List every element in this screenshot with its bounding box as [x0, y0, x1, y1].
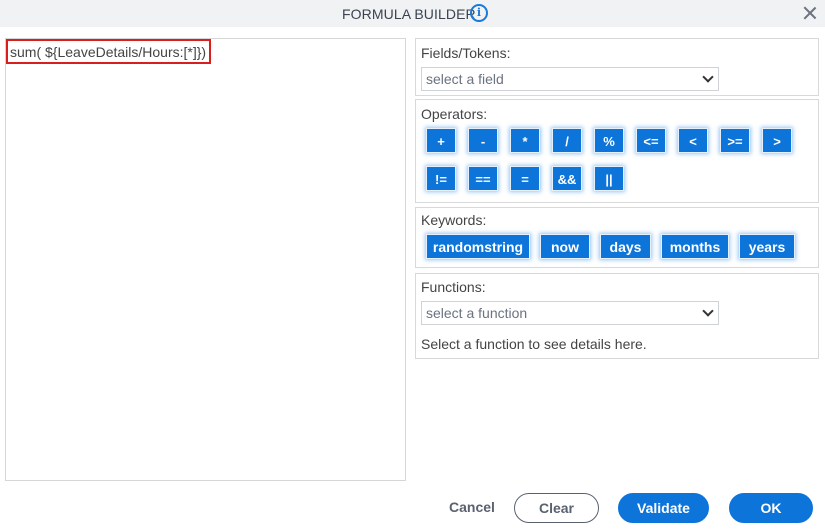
operator-equal-equal-button[interactable]: ==	[468, 166, 498, 191]
operator-divide-button[interactable]: /	[552, 128, 582, 153]
function-details-hint: Select a function to see details here.	[421, 336, 647, 352]
function-select-placeholder: select a function	[426, 305, 528, 321]
close-icon[interactable]	[800, 3, 820, 23]
operator-and-button[interactable]: &&	[552, 166, 582, 191]
keyword-randomstring-button[interactable]: randomstring	[426, 234, 530, 259]
keyword-months-button[interactable]: months	[661, 234, 729, 259]
operator-minus-button[interactable]: -	[468, 128, 498, 153]
fields-panel: Fields/Tokens: select a field	[415, 38, 819, 96]
operators-label: Operators:	[421, 106, 488, 122]
fields-label: Fields/Tokens:	[421, 45, 511, 61]
operator-modulo-button[interactable]: %	[594, 128, 624, 153]
operator-plus-button[interactable]: +	[426, 128, 456, 153]
info-icon[interactable]: i	[470, 4, 488, 22]
dialog-header: FORMULA BUILDER i	[0, 0, 825, 27]
operator-equals-button[interactable]: =	[510, 166, 540, 191]
keywords-label: Keywords:	[421, 212, 487, 228]
operator-less-than-button[interactable]: <	[678, 128, 708, 153]
field-select-placeholder: select a field	[426, 71, 504, 87]
formula-text[interactable]: sum( ${LeaveDetails/Hours:[*]})	[6, 39, 212, 64]
function-select[interactable]: select a function	[421, 301, 719, 325]
functions-label: Functions:	[421, 279, 486, 295]
cancel-button[interactable]: Cancel	[440, 493, 504, 523]
chevron-down-icon	[702, 71, 714, 83]
clear-button[interactable]: Clear	[514, 493, 599, 523]
ok-button[interactable]: OK	[729, 493, 813, 523]
field-select[interactable]: select a field	[421, 67, 719, 91]
validate-button[interactable]: Validate	[618, 493, 709, 523]
operator-not-equal-button[interactable]: !=	[426, 166, 456, 191]
keywords-panel: Keywords: randomstring now days months y…	[415, 207, 819, 268]
keyword-days-button[interactable]: days	[600, 234, 651, 259]
operator-greater-than-button[interactable]: >	[762, 128, 792, 153]
keyword-years-button[interactable]: years	[739, 234, 795, 259]
operator-less-equal-button[interactable]: <=	[636, 128, 666, 153]
operator-greater-equal-button[interactable]: >=	[720, 128, 750, 153]
keyword-now-button[interactable]: now	[540, 234, 590, 259]
operator-multiply-button[interactable]: *	[510, 128, 540, 153]
operator-or-button[interactable]: ||	[594, 166, 624, 191]
formula-editor[interactable]: sum( ${LeaveDetails/Hours:[*]})	[5, 38, 406, 481]
functions-panel: Functions: select a function Select a fu…	[415, 273, 819, 359]
chevron-down-icon	[702, 305, 714, 317]
dialog-title: FORMULA BUILDER	[342, 6, 476, 22]
operators-panel: Operators: + - * /% <= < >= > != == = && ||	[415, 99, 819, 203]
